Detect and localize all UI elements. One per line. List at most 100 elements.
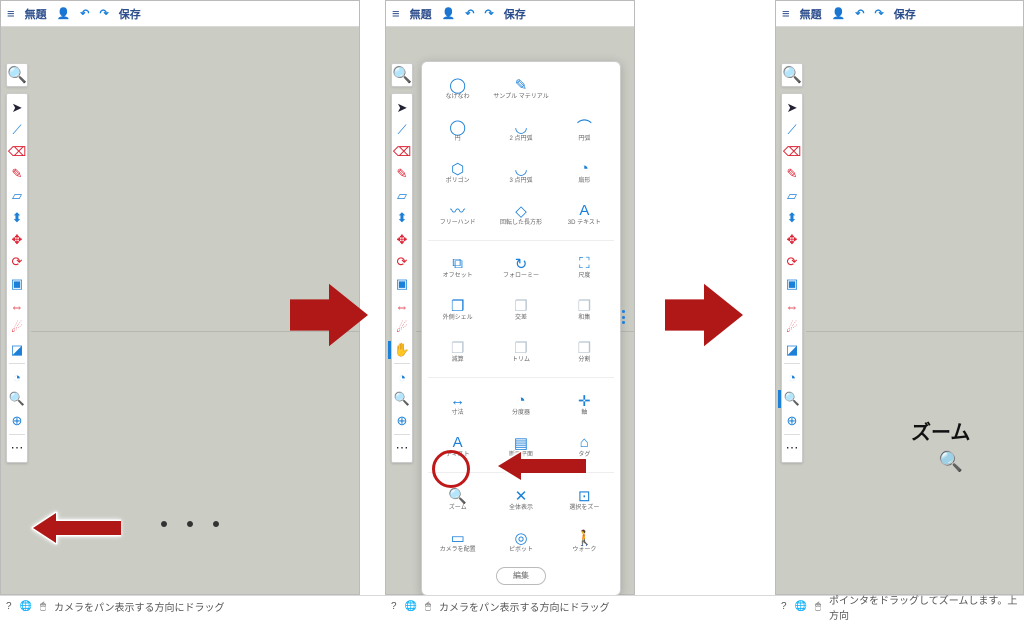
tool-zoom[interactable]: 🔍 bbox=[783, 388, 801, 410]
palette-union[interactable]: ❐交差 bbox=[489, 289, 552, 329]
tool-pushpull[interactable]: ⬍ bbox=[783, 207, 801, 229]
redo-icon[interactable]: ↷ bbox=[100, 7, 109, 20]
tool-line[interactable]: ⟋ bbox=[393, 119, 411, 141]
menu-icon[interactable]: ≡ bbox=[782, 6, 790, 21]
undo-icon[interactable]: ↶ bbox=[465, 7, 474, 20]
tool-select[interactable]: ➤ bbox=[8, 97, 26, 119]
tool-rotate[interactable]: ⟳ bbox=[393, 251, 411, 273]
redo-icon[interactable]: ↷ bbox=[875, 7, 884, 20]
tool-pan[interactable]: ⊕ bbox=[393, 410, 411, 432]
tool-section[interactable]: ◪ bbox=[8, 339, 26, 361]
person-icon[interactable]: 👤 bbox=[442, 7, 456, 20]
search-button[interactable]: 🔍 bbox=[391, 63, 413, 87]
undo-icon[interactable]: ↶ bbox=[80, 7, 89, 20]
palette-lasso[interactable]: ◯なげなわ bbox=[426, 68, 489, 108]
tool-orbit[interactable]: 🔍 bbox=[8, 388, 26, 410]
person-icon[interactable]: 👤 bbox=[57, 7, 71, 20]
palette-outershell[interactable]: ❐外側シェル bbox=[426, 289, 489, 329]
tool-pushpull[interactable]: ⬍ bbox=[393, 207, 411, 229]
tool-more[interactable]: ⋯ bbox=[393, 437, 411, 459]
tool-protractor[interactable]: ◔ bbox=[8, 366, 26, 388]
help-icon[interactable]: ? bbox=[391, 601, 397, 612]
person-icon[interactable]: 👤 bbox=[832, 7, 846, 20]
tool-pan[interactable]: ⊕ bbox=[8, 410, 26, 432]
help-icon[interactable]: ? bbox=[6, 601, 12, 612]
tool-line[interactable]: ⟋ bbox=[783, 119, 801, 141]
palette-protractor[interactable]: ◔分度器 bbox=[489, 384, 552, 424]
palette-dropper[interactable]: ✎サンプル マテリアル bbox=[489, 68, 552, 108]
palette-dim[interactable]: ↔寸法 bbox=[426, 384, 489, 424]
palette-trim[interactable]: ❐トリム bbox=[489, 331, 552, 371]
tool-pushpull[interactable]: ⬍ bbox=[8, 207, 26, 229]
globe-icon[interactable]: 🌐 bbox=[795, 601, 807, 612]
palette-axes[interactable]: ✛軸 bbox=[553, 384, 616, 424]
tool-rotate[interactable]: ⟳ bbox=[8, 251, 26, 273]
palette-scale[interactable]: ⛶尺度 bbox=[553, 247, 616, 287]
save-button[interactable]: 保存 bbox=[119, 6, 141, 22]
tool-color[interactable]: ▣ bbox=[8, 273, 26, 295]
tool-line[interactable]: ⟋ bbox=[8, 119, 26, 141]
tool-move[interactable]: ✥ bbox=[783, 229, 801, 251]
menu-icon[interactable]: ≡ bbox=[392, 6, 400, 21]
tool-section[interactable]: ◪ bbox=[783, 339, 801, 361]
tool-more[interactable]: ⋯ bbox=[783, 437, 801, 459]
palette-arc[interactable]: ⌒円弧 bbox=[553, 110, 616, 150]
palette-subtract[interactable]: ❐減算 bbox=[426, 331, 489, 371]
globe-icon[interactable]: 🌐 bbox=[20, 601, 32, 612]
tool-rectangle[interactable]: ▱ bbox=[783, 185, 801, 207]
tool-move[interactable]: ✥ bbox=[8, 229, 26, 251]
tool-tape[interactable]: ⇔ bbox=[783, 295, 801, 317]
palette-pie[interactable]: ◔扇形 bbox=[553, 152, 616, 192]
tool-protractor[interactable]: ◔ bbox=[393, 366, 411, 388]
tool-rectangle[interactable]: ▱ bbox=[8, 185, 26, 207]
palette-text3d[interactable]: A3D テキスト bbox=[553, 194, 616, 234]
tool-pan[interactable]: ⊕ bbox=[783, 410, 801, 432]
palette-rotrect[interactable]: ◇回転した長方形 bbox=[489, 194, 552, 234]
palette-followme[interactable]: ↻フォローミー bbox=[489, 247, 552, 287]
undo-icon[interactable]: ↶ bbox=[855, 7, 864, 20]
search-button[interactable]: 🔍 bbox=[781, 63, 803, 87]
tool-protractor[interactable]: ◔ bbox=[783, 366, 801, 388]
tool-color[interactable]: ▣ bbox=[783, 273, 801, 295]
tool-move[interactable]: ✥ bbox=[393, 229, 411, 251]
tool-color[interactable]: ▣ bbox=[393, 273, 411, 295]
tool-rectangle[interactable]: ▱ bbox=[393, 185, 411, 207]
tool-pencil[interactable]: ✎ bbox=[393, 163, 411, 185]
tool-select[interactable]: ➤ bbox=[393, 97, 411, 119]
tool-hand[interactable]: ✋ bbox=[393, 339, 411, 361]
palette-pivot[interactable]: ◎ピボット bbox=[489, 521, 552, 561]
palette-freehand[interactable]: 〰フリーハンド bbox=[426, 194, 489, 234]
palette-edit-button[interactable]: 編集 bbox=[496, 567, 546, 585]
palette-split[interactable]: ❐分割 bbox=[553, 331, 616, 371]
tool-tape[interactable]: ⇔ bbox=[393, 295, 411, 317]
palette-position[interactable]: ▭カメラを配置 bbox=[426, 521, 489, 561]
palette-arc2[interactable]: ◡2 点円弧 bbox=[489, 110, 552, 150]
tool-more[interactable]: ⋯ bbox=[8, 437, 26, 459]
tool-eraser[interactable]: ⌫ bbox=[783, 141, 801, 163]
palette-resize-grip[interactable] bbox=[622, 310, 626, 324]
palette-zoom[interactable]: 🔍ズーム bbox=[426, 479, 489, 519]
tool-pencil[interactable]: ✎ bbox=[8, 163, 26, 185]
tool-eraser[interactable]: ⌫ bbox=[393, 141, 411, 163]
palette-union2[interactable]: ❐和集 bbox=[553, 289, 616, 329]
palette-walk[interactable]: 🚶ウォーク bbox=[553, 521, 616, 561]
tool-eraser[interactable]: ⌫ bbox=[8, 141, 26, 163]
globe-icon[interactable]: 🌐 bbox=[405, 601, 417, 612]
tool-orbit[interactable]: 🔍 bbox=[393, 388, 411, 410]
save-button[interactable]: 保存 bbox=[894, 6, 916, 22]
help-icon[interactable]: ? bbox=[781, 601, 787, 612]
tool-pencil[interactable]: ✎ bbox=[783, 163, 801, 185]
tool-rotate[interactable]: ⟳ bbox=[783, 251, 801, 273]
palette-arc3[interactable]: ◡3 点円弧 bbox=[489, 152, 552, 192]
menu-icon[interactable]: ≡ bbox=[7, 6, 15, 21]
tool-select[interactable]: ➤ bbox=[783, 97, 801, 119]
redo-icon[interactable]: ↷ bbox=[485, 7, 494, 20]
palette-offset[interactable]: ⧉オフセット bbox=[426, 247, 489, 287]
save-button[interactable]: 保存 bbox=[504, 6, 526, 22]
search-button[interactable]: 🔍 bbox=[6, 63, 28, 87]
palette-text[interactable]: Aテキスト bbox=[426, 426, 489, 466]
palette-polygon[interactable]: ⬡ポリゴン bbox=[426, 152, 489, 192]
tool-paint[interactable]: ☄ bbox=[393, 317, 411, 339]
tool-paint[interactable]: ☄ bbox=[783, 317, 801, 339]
tool-paint[interactable]: ☄ bbox=[8, 317, 26, 339]
